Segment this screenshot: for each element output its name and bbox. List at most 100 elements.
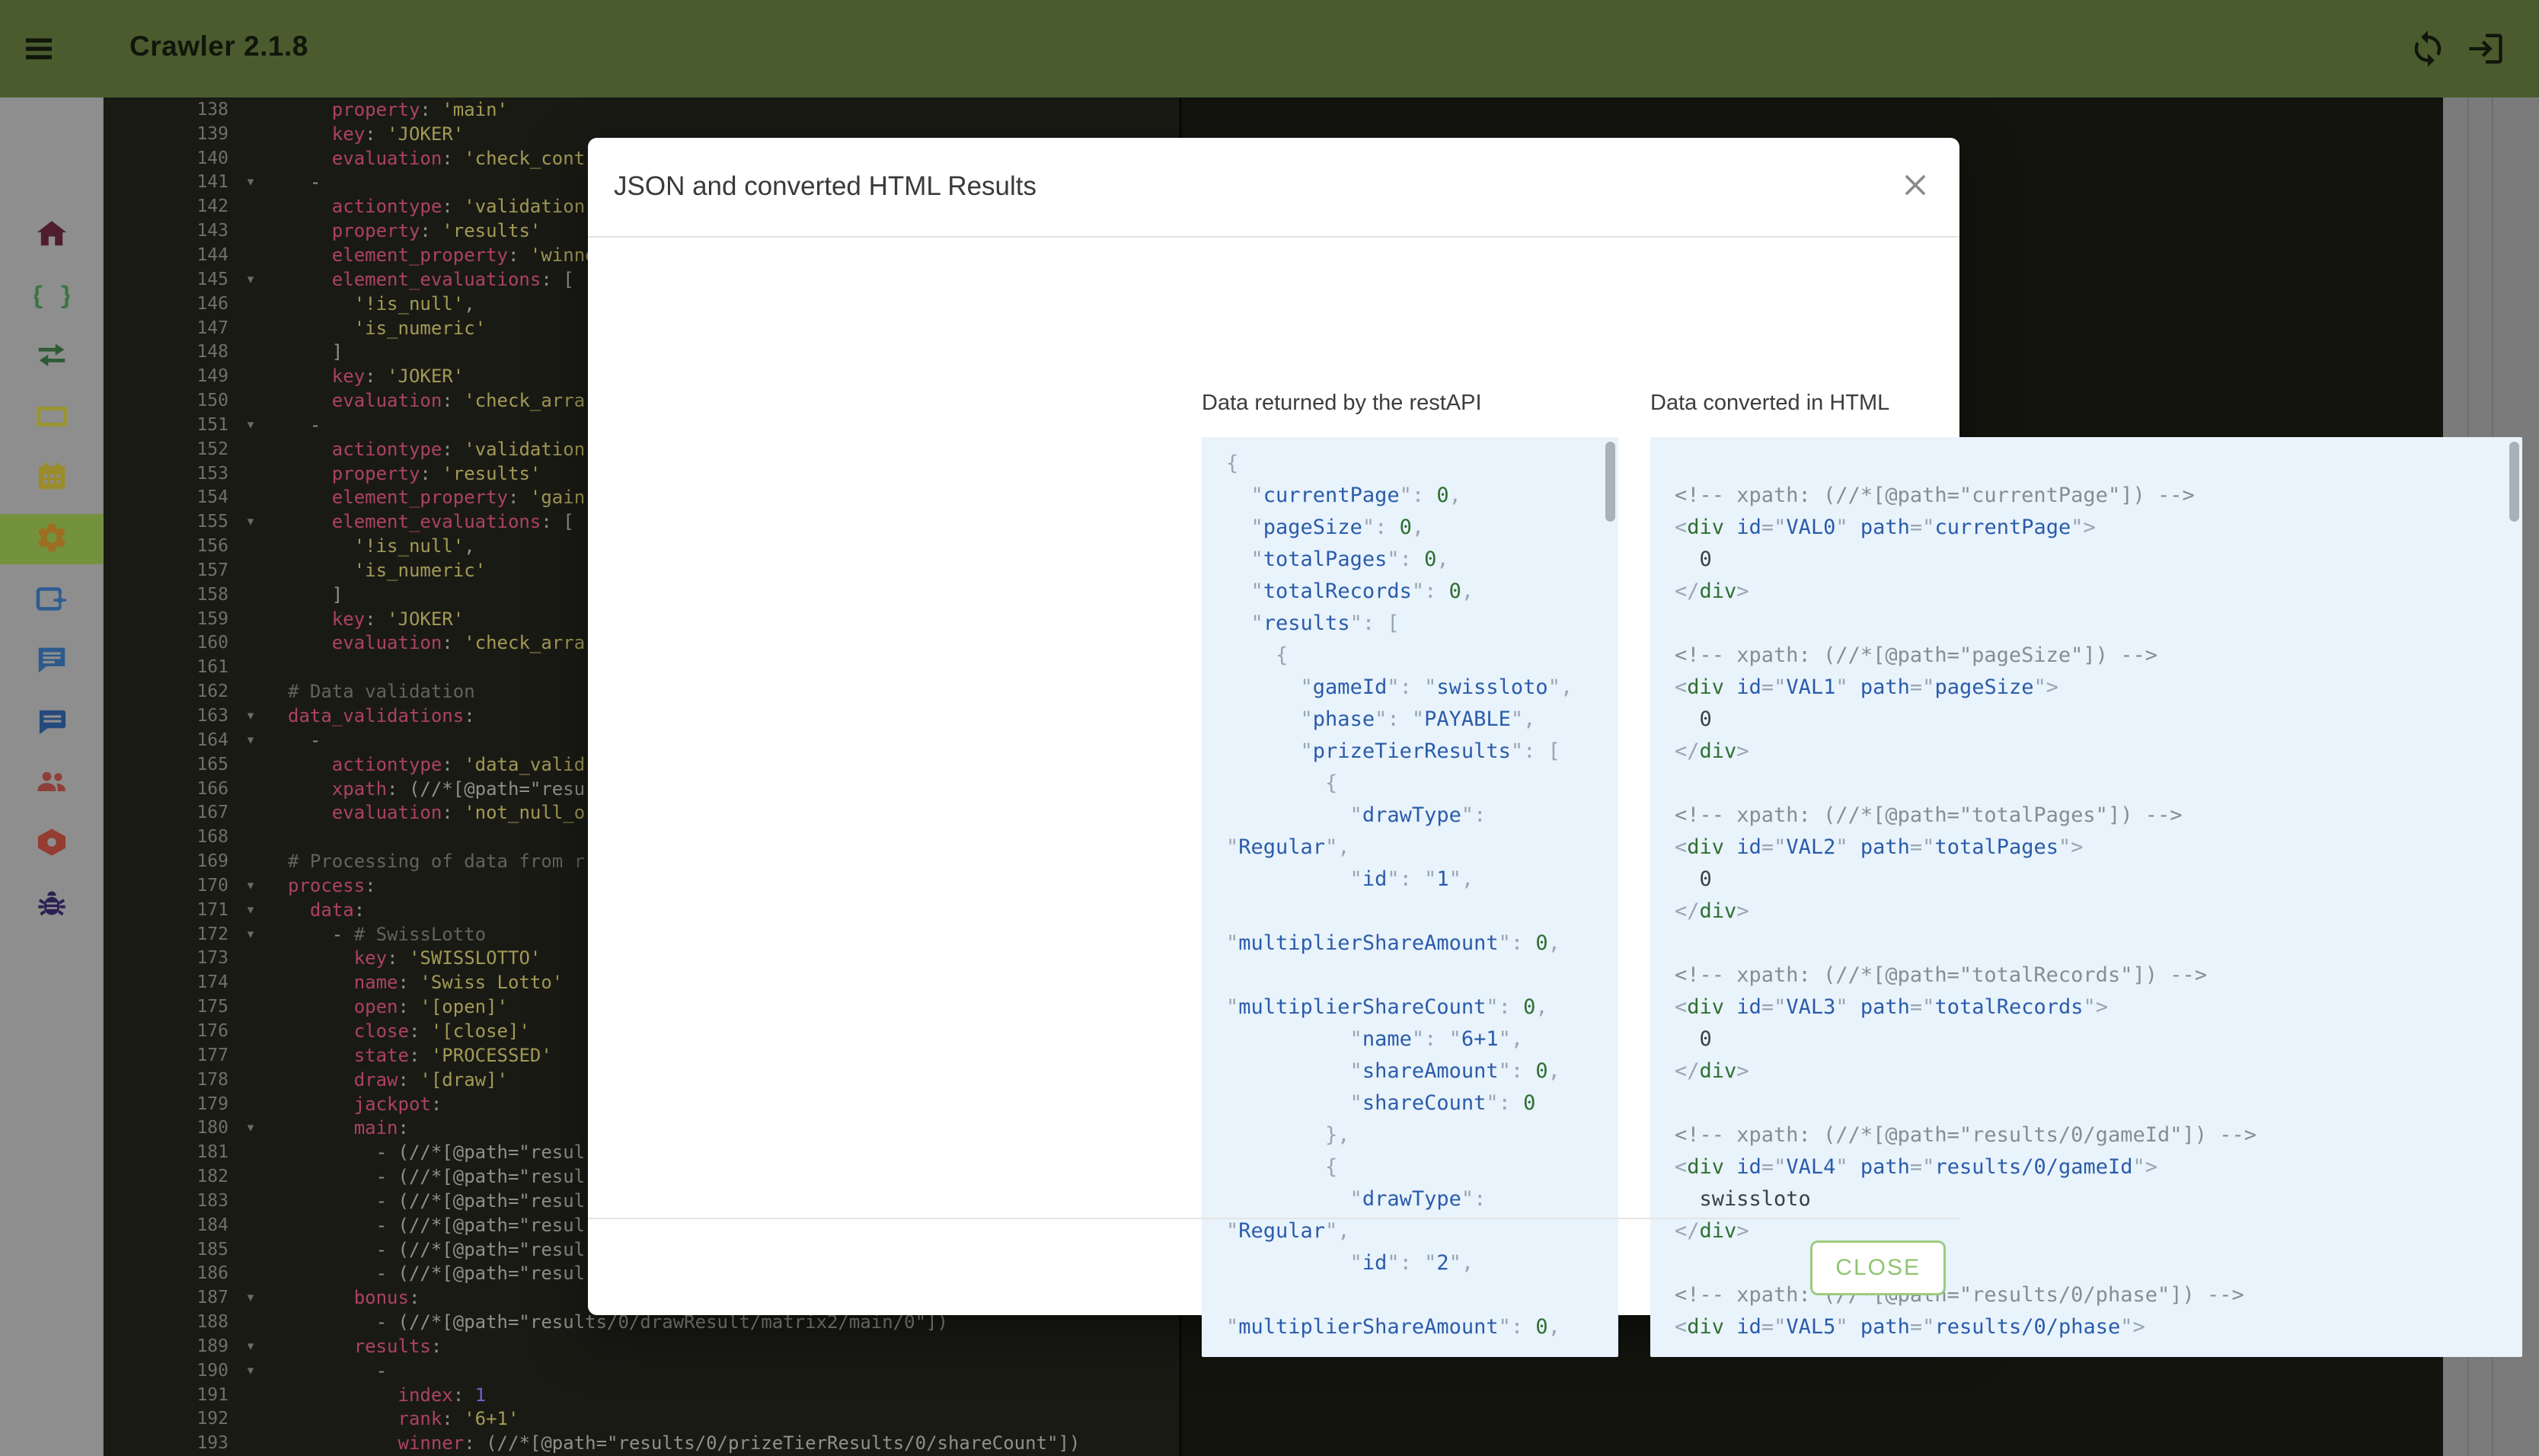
line-number: 163 [103,706,238,726]
sync-icon[interactable] [2408,29,2448,69]
app-bar: Crawler 2.1.8 [0,0,2539,97]
sidebar-item-messages[interactable] [0,698,103,748]
fold-toggle-icon[interactable]: ▾ [238,272,263,287]
device-gear-icon [34,582,69,621]
code-text: actiontype: 'validation [263,439,585,460]
sidebar: { } [0,97,104,1456]
sidebar-item-debug[interactable] [0,880,103,931]
json-line: "drawType": [1202,800,1618,832]
line-number: 190 [103,1361,238,1381]
sidebar-item-device-settings[interactable] [0,576,103,626]
code-text: results: [263,1336,442,1357]
line-number: 164 [103,730,238,750]
line-number: 144 [103,245,238,265]
json-panel-scrollbar[interactable] [1605,442,1615,522]
fold-toggle-icon[interactable]: ▾ [238,1120,263,1135]
json-line: { [1202,448,1618,480]
code-text: # Data validation [263,681,475,702]
fold-toggle-icon[interactable]: ▾ [238,902,263,918]
line-number: 167 [103,803,238,822]
html-line: <!-- xpath: (//*[@path="totalRecords"]) … [1650,959,2522,991]
close-button[interactable]: CLOSE [1810,1240,1946,1295]
code-text: - [263,730,321,751]
line-number: 191 [103,1385,238,1405]
line-number: 181 [103,1142,238,1162]
sidebar-item-window[interactable] [0,393,103,443]
html-line: <!-- xpath: (//*[@path="totalPages"]) --… [1650,800,2522,832]
line-number: 188 [103,1312,238,1332]
code-text: winner: (//*[@path="results/0/prizeTierR… [263,1432,1080,1454]
app-title: Crawler 2.1.8 [129,30,308,62]
swap-arrows-icon [34,337,69,376]
fold-toggle-icon[interactable]: ▾ [238,927,263,942]
html-line: <div id="VAL4" path="results/0/gameId"> [1650,1151,2522,1183]
json-line: }, [1202,1119,1618,1151]
sidebar-item-package[interactable] [0,819,103,869]
line-number: 150 [103,391,238,410]
fold-toggle-icon[interactable]: ▾ [238,174,263,190]
json-line: "multiplierShareCount": 0, [1202,991,1618,1023]
fold-toggle-icon[interactable]: ▾ [238,514,263,529]
fold-toggle-icon[interactable]: ▾ [238,1290,263,1305]
code-text: '!is_null', [263,535,475,557]
sidebar-item-comments[interactable] [0,636,103,686]
line-number: 186 [103,1263,238,1283]
json-line: "shareCount": 0 [1202,1087,1618,1119]
sidebar-item-schedule[interactable] [0,453,103,503]
html-line: 0 [1650,704,2522,736]
message-icon [34,704,69,742]
code-text: actiontype: 'data_valid [263,754,585,775]
fold-toggle-icon[interactable]: ▾ [238,417,263,433]
line-number: 151 [103,415,238,435]
close-icon[interactable] [1899,168,1932,202]
fold-toggle-icon[interactable]: ▾ [238,733,263,748]
dialog-footer: CLOSE [588,1218,1959,1315]
code-text: state: 'PROCESSED' [263,1045,552,1066]
line-number: 157 [103,560,238,580]
line-number: 143 [103,221,238,241]
window-icon [34,399,69,438]
line-number: 140 [103,148,238,168]
json-line: "id": "1", [1202,864,1618,896]
line-number: 180 [103,1118,238,1138]
html-line: <div id="VAL3" path="totalRecords"> [1650,991,2522,1023]
html-line [1650,1087,2522,1119]
fold-toggle-icon[interactable]: ▾ [238,878,263,893]
calendar-icon [34,459,69,498]
line-number: 147 [103,318,238,338]
json-line: "shareAmount": 0, [1202,1055,1618,1087]
sidebar-item-home[interactable] [0,210,103,260]
code-text: main: [263,1117,409,1138]
line-number: 177 [103,1046,238,1065]
html-line: 0 [1650,1023,2522,1055]
line-number: 173 [103,948,238,968]
html-line: <!-- xpath: (//*[@path="pageSize"]) --> [1650,640,2522,672]
sidebar-item-code[interactable]: { } [0,272,103,322]
fold-toggle-icon[interactable]: ▾ [238,708,263,723]
sidebar-item-settings[interactable] [0,514,103,564]
code-line: 193 winner: (//*[@path="results/0/prizeT… [103,1431,1179,1455]
code-line: 138 property: 'main' [103,97,1179,122]
code-text: actiontype: 'validation [263,196,585,217]
line-number: 179 [103,1094,238,1114]
sidebar-item-users[interactable] [0,757,103,807]
code-text: key: 'JOKER' [263,123,464,145]
html-panel-label: Data converted in HTML [1650,391,1889,416]
line-number: 192 [103,1409,238,1429]
fold-toggle-icon[interactable]: ▾ [238,1363,263,1378]
sidebar-item-transfers[interactable] [0,331,103,382]
html-line: <!-- xpath: (//*[@path="results/0/gameId… [1650,1119,2522,1151]
code-text: - [263,414,321,436]
json-line [1202,959,1618,991]
code-text: - (//*[@path="resul [263,1263,585,1284]
html-panel-scrollbar[interactable] [2509,442,2519,522]
code-text: element_property: 'gain [263,487,585,508]
line-number: 182 [103,1167,238,1186]
json-line [1202,896,1618,928]
fold-toggle-icon[interactable]: ▾ [238,1339,263,1354]
line-number: 142 [103,196,238,216]
menu-icon[interactable] [20,30,58,67]
code-line: 192 rank: '6+1' [103,1407,1179,1432]
login-icon[interactable] [2466,29,2505,69]
code-text: evaluation: 'not_null_o [263,802,585,823]
